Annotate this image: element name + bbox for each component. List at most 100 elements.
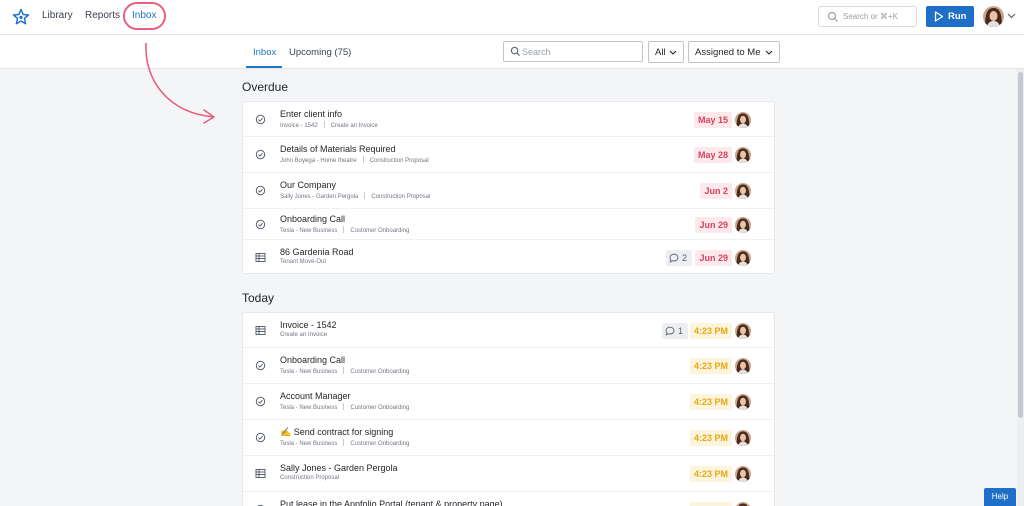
- table-icon: [255, 469, 266, 478]
- subtitle-part: Tenant Move-Out: [280, 258, 327, 265]
- run-button-label: Run: [948, 11, 967, 22]
- due-date-badge: May 15: [693, 111, 732, 128]
- task-title[interactable]: Our Company: [280, 180, 336, 190]
- task-subtitle: Tesla - New Business Customer Onboarding: [280, 367, 409, 375]
- assignee-avatar[interactable]: [735, 394, 751, 410]
- task-row[interactable]: Sally Jones - Garden Pergola Construction…: [243, 456, 774, 492]
- task-row[interactable]: ✍️ Send contract for signing Tesla - New …: [243, 420, 774, 456]
- task-row[interactable]: Enter client info Invoice - 1542 Create an…: [243, 102, 774, 137]
- task-title[interactable]: 86 Gardenia Road: [280, 247, 354, 257]
- subtitle-divider: [343, 403, 345, 410]
- task-subtitle: Sally Jones - Garden Pergola Construction…: [280, 192, 430, 200]
- tab-upcoming[interactable]: Upcoming (75): [289, 47, 351, 58]
- task-title[interactable]: Invoice - 1542: [280, 320, 337, 330]
- task-subtitle: Construction Proposal: [280, 475, 339, 481]
- due-date-badge: 4:23 PM: [689, 394, 732, 410]
- comment-count-badge[interactable]: 1: [662, 322, 688, 339]
- subtitle-divider: [362, 156, 364, 163]
- subtitle-part: Invoice - 1542: [280, 122, 318, 129]
- user-avatar[interactable]: [983, 6, 1004, 27]
- task-row[interactable]: Invoice - 1542 Create an Invoice 4:23 PM 1: [243, 313, 774, 348]
- assignee-avatar[interactable]: [735, 147, 751, 163]
- task-row[interactable]: Account Manager Tesla - New Business Custo…: [243, 384, 774, 420]
- assignee-avatar[interactable]: [735, 358, 751, 374]
- task-row[interactable]: Our Company Sally Jones - Garden Pergola C…: [243, 173, 774, 209]
- task-row[interactable]: Onboarding Call Tesla - New Business Custo…: [243, 348, 774, 384]
- assignee-avatar[interactable]: [735, 111, 751, 128]
- task-title[interactable]: Onboarding Call: [280, 355, 345, 365]
- scrollbar-thumb[interactable]: [1018, 72, 1023, 418]
- due-date-badge: 4:23 PM: [689, 466, 732, 482]
- task-title[interactable]: Sally Jones - Garden Pergola: [280, 463, 398, 473]
- task-row[interactable]: Details of Materials Required John Boyega…: [243, 137, 774, 173]
- task-title[interactable]: Put lease in the Appfolio Portal (tenant…: [280, 499, 503, 506]
- section-title-overdue: Overdue: [242, 80, 289, 94]
- help-button[interactable]: Help: [984, 488, 1016, 506]
- filter-assignee-dropdown[interactable]: Assigned to Me: [688, 41, 780, 63]
- subtitle-part: Construction Proposal: [280, 475, 340, 481]
- subtitle-part: Customer Onboarding: [350, 405, 410, 411]
- search-icon: [827, 11, 838, 22]
- assignee-avatar[interactable]: [735, 430, 751, 446]
- check-circle-icon: [255, 219, 266, 229]
- top-nav: Library Reports Inbox Search or ⌘+K Run: [0, 0, 1024, 35]
- task-row[interactable]: Put lease in the Appfolio Portal (tenant…: [243, 492, 774, 506]
- section-title-today: Today: [242, 291, 275, 305]
- nav-reports-link[interactable]: Reports: [85, 10, 120, 21]
- task-title[interactable]: Onboarding Call: [280, 214, 345, 224]
- task-row[interactable]: Onboarding Call Tesla - New Business Custo…: [243, 209, 774, 240]
- assignee-avatar[interactable]: [735, 502, 751, 506]
- task-subtitle: Tesla - New Business Customer Onboarding: [280, 439, 409, 447]
- task-subtitle: Create an Invoice: [280, 332, 327, 338]
- task-row[interactable]: 86 Gardenia Road Tenant Move-Out Jun 29 2: [243, 240, 774, 275]
- due-date-badge: 4:23 PM: [689, 322, 732, 339]
- assignee-avatar[interactable]: [735, 322, 751, 339]
- comment-count: 2: [682, 252, 688, 263]
- task-subtitle: Tesla - New Business Customer Onboarding: [280, 403, 409, 411]
- chevron-down-icon[interactable]: [1007, 13, 1016, 19]
- global-search-placeholder: Search or ⌘+K: [843, 12, 898, 21]
- subtitle-part: Tesla - New Business: [280, 441, 338, 447]
- subtitle-part: John Boyega - Home theatre: [280, 158, 357, 164]
- chevron-down-icon: [669, 50, 677, 55]
- due-date-badge: 4:23 PM: [689, 430, 732, 446]
- due-date-badge: Jun 29: [695, 249, 732, 266]
- subtitle-part: Construction Proposal: [369, 158, 429, 164]
- task-title[interactable]: Enter client info: [280, 109, 342, 119]
- subtitle-part: Customer Onboarding: [350, 441, 410, 447]
- check-circle-icon: [255, 185, 266, 196]
- task-title[interactable]: Account Manager: [280, 391, 351, 401]
- check-circle-icon: [255, 432, 266, 443]
- tab-inbox[interactable]: Inbox: [253, 47, 276, 58]
- assignee-avatar[interactable]: [735, 183, 751, 199]
- task-title[interactable]: ✍️ Send contract for signing: [280, 427, 393, 438]
- check-circle-icon: [255, 396, 266, 407]
- assignee-avatar[interactable]: [735, 216, 751, 233]
- task-subtitle: Tenant Move-Out: [280, 259, 326, 265]
- today-task-list: Invoice - 1542 Create an Invoice 4:23 PM 1 O…: [242, 312, 775, 506]
- subtitle-divider: [323, 120, 325, 128]
- due-date-badge: Jun 29: [695, 216, 732, 233]
- due-date-badge: Jun 2: [700, 183, 732, 199]
- check-circle-icon: [255, 360, 266, 371]
- subtitle-part: Tesla - New Business: [280, 405, 338, 411]
- search-input[interactable]: Search: [503, 41, 643, 62]
- comment-icon: [669, 253, 679, 263]
- star-logo-icon[interactable]: [12, 8, 30, 26]
- task-subtitle: Tesla - New Business Customer Onboarding: [280, 225, 409, 234]
- active-tab-indicator: [246, 66, 282, 68]
- run-button[interactable]: Run: [926, 6, 974, 27]
- task-title[interactable]: Details of Materials Required: [280, 144, 396, 154]
- subtitle-divider: [343, 439, 345, 446]
- filter-all-dropdown[interactable]: All: [648, 41, 684, 63]
- task-subtitle: Invoice - 1542 Create an Invoice: [280, 120, 378, 129]
- assignee-avatar[interactable]: [735, 249, 751, 266]
- global-search-input[interactable]: Search or ⌘+K: [818, 6, 917, 27]
- comment-count-badge[interactable]: 2: [666, 249, 692, 266]
- subtitle-part: Customer Onboarding: [350, 369, 410, 375]
- assignee-avatar[interactable]: [735, 466, 751, 482]
- nav-library-link[interactable]: Library: [42, 10, 73, 21]
- nav-inbox-link[interactable]: Inbox: [132, 10, 156, 21]
- subtitle-part: Tesla - New Business: [280, 227, 338, 234]
- search-icon: [510, 46, 521, 57]
